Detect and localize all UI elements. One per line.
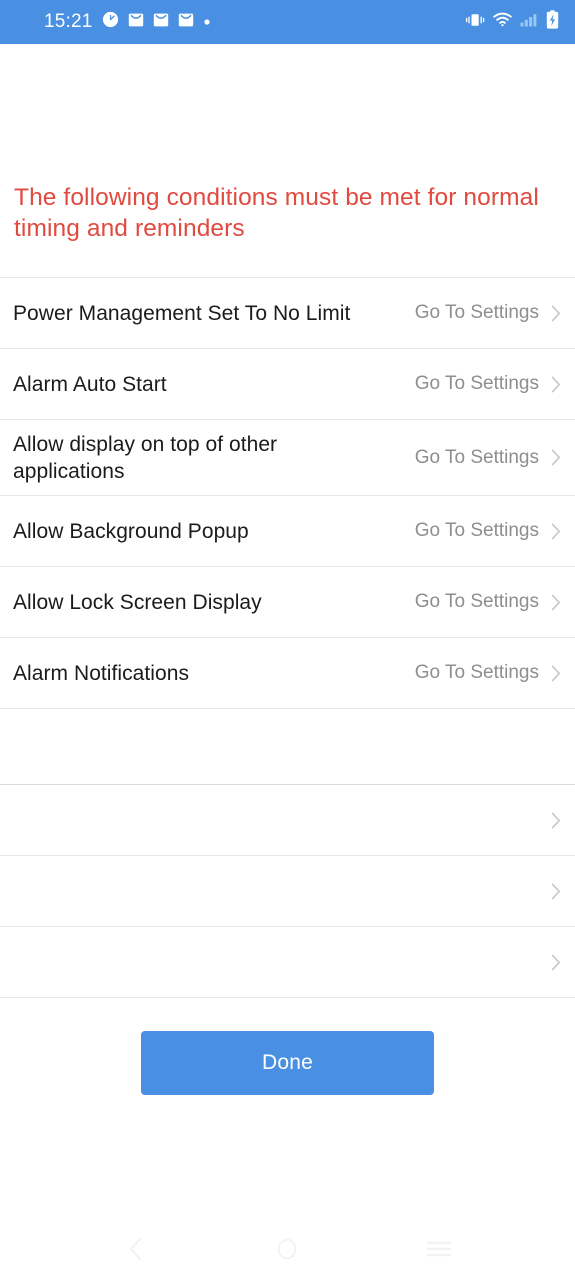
signal-icon — [520, 12, 538, 32]
list-item-action[interactable] — [539, 954, 561, 971]
list-item-action[interactable] — [539, 812, 561, 829]
recents-icon — [426, 1241, 452, 1257]
go-to-settings-label: Go To Settings — [414, 591, 539, 612]
android-nav-bar — [0, 1218, 575, 1280]
warning-message: The following conditions must be met for… — [14, 184, 539, 242]
list-item[interactable] — [0, 856, 575, 927]
list-item-action[interactable]: Go To Settings — [415, 446, 561, 470]
list-item[interactable]: Alarm Auto Start Go To Settings — [0, 349, 575, 420]
list-item[interactable]: Allow Lock Screen Display Go To Settings — [0, 567, 575, 638]
go-to-settings-label: Go To Settings — [414, 446, 539, 468]
chevron-right-icon — [551, 523, 560, 539]
footer-actions: Done — [0, 998, 575, 1095]
list-item[interactable] — [0, 927, 575, 998]
list-item-action[interactable]: Go To Settings — [415, 372, 561, 396]
list-item-action[interactable]: Go To Settings — [415, 301, 561, 325]
wifi-icon — [493, 12, 512, 32]
list-item[interactable]: Allow Background Popup Go To Settings — [0, 496, 575, 567]
mail-icon — [128, 12, 144, 33]
list-item-label: Allow Background Popup — [13, 519, 249, 543]
status-clock: 15:21 — [44, 11, 93, 32]
nav-back-button[interactable] — [106, 1229, 166, 1269]
chevron-right-icon — [551, 812, 560, 828]
status-bar-right — [465, 10, 559, 34]
vibrate-icon — [465, 12, 485, 33]
go-to-settings-label: Go To Settings — [414, 662, 539, 683]
clock-icon — [102, 11, 119, 33]
chevron-right-icon — [551, 376, 560, 392]
nav-home-button[interactable] — [257, 1229, 317, 1269]
list-item-label: Alarm Notifications — [13, 661, 190, 685]
list-item-action[interactable]: Go To Settings — [415, 590, 561, 614]
chevron-right-icon — [551, 883, 560, 899]
list-item-label: Allow display on top of other applicatio… — [13, 432, 278, 483]
dot-icon — [203, 13, 211, 31]
chevron-right-icon — [551, 449, 560, 466]
chevron-right-icon — [551, 954, 560, 970]
status-bar-left: 15:21 — [44, 11, 211, 33]
phone-screen: 15:21 The following conditions must be m… — [0, 0, 575, 1280]
go-to-settings-label: Go To Settings — [414, 520, 539, 541]
chevron-right-icon — [551, 305, 560, 321]
list-item-action[interactable]: Go To Settings — [415, 519, 561, 543]
list-item-action[interactable] — [539, 883, 561, 900]
list-item[interactable] — [0, 785, 575, 856]
list-item-action[interactable]: Go To Settings — [415, 661, 561, 685]
nav-recents-button[interactable] — [409, 1229, 469, 1269]
battery-charging-icon — [546, 10, 559, 34]
list-item[interactable]: Power Management Set To No Limit Go To S… — [0, 278, 575, 349]
list-item-label: Power Management Set To No Limit — [13, 301, 351, 325]
back-icon — [129, 1238, 141, 1260]
list-item-label: Alarm Auto Start — [13, 372, 167, 396]
mail-icon — [178, 12, 194, 33]
mail-icon — [153, 12, 169, 33]
chevron-right-icon — [551, 665, 560, 681]
list-item[interactable]: Alarm Notifications Go To Settings — [0, 638, 575, 709]
list-item-label: Allow Lock Screen Display — [13, 590, 262, 614]
list-item[interactable] — [0, 709, 575, 785]
home-icon — [278, 1238, 297, 1260]
list-item[interactable]: Allow display on top of other applicatio… — [0, 420, 575, 496]
chevron-right-icon — [551, 594, 560, 610]
header-section: The following conditions must be met for… — [0, 44, 575, 244]
go-to-settings-label: Go To Settings — [414, 373, 539, 394]
status-bar: 15:21 — [0, 0, 575, 44]
go-to-settings-label: Go To Settings — [414, 302, 539, 323]
settings-list: Power Management Set To No Limit Go To S… — [0, 277, 575, 998]
done-button[interactable]: Done — [141, 1031, 434, 1095]
